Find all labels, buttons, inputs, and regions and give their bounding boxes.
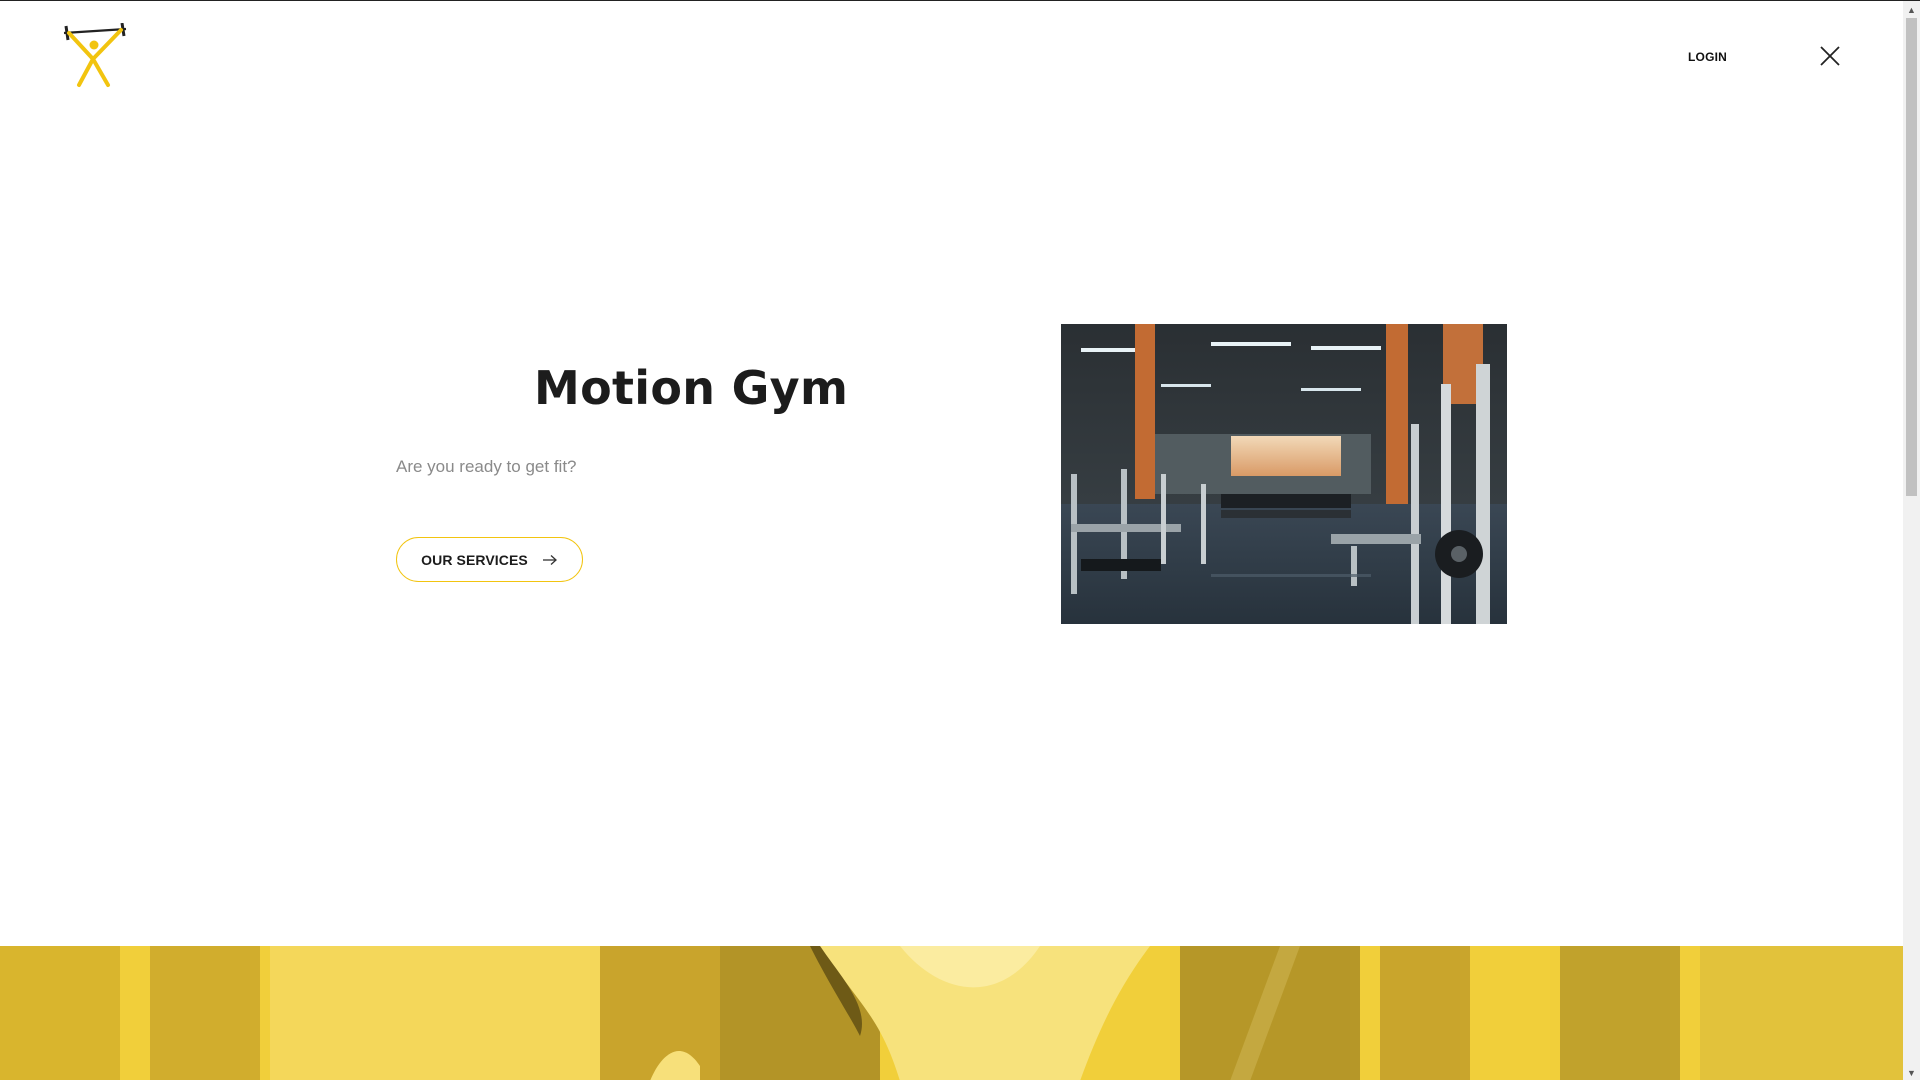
scroll-up-arrow-icon[interactable]: ▲ xyxy=(1903,1,1920,18)
weightlifter-logo-icon[interactable] xyxy=(60,23,130,91)
hero-title: Motion Gym xyxy=(534,361,849,415)
arrow-right-icon xyxy=(542,554,557,565)
gym-interior-photo xyxy=(1061,324,1507,624)
yellow-tinted-fitness-banner xyxy=(0,946,1903,1080)
page: LOGIN Motion Gym Are you ready to get fi… xyxy=(0,0,1920,1080)
login-link[interactable]: LOGIN xyxy=(1688,50,1727,64)
hero-subtitle: Are you ready to get fit? xyxy=(396,457,577,476)
our-services-label: OUR SERVICES xyxy=(421,551,528,568)
our-services-button[interactable]: OUR SERVICES xyxy=(396,537,583,582)
scroll-down-arrow-icon[interactable]: ▼ xyxy=(1903,1064,1920,1080)
vertical-scrollbar[interactable]: ▲ ▼ xyxy=(1903,1,1920,1080)
scrollbar-thumb[interactable] xyxy=(1906,18,1917,496)
close-icon[interactable] xyxy=(1819,45,1841,67)
